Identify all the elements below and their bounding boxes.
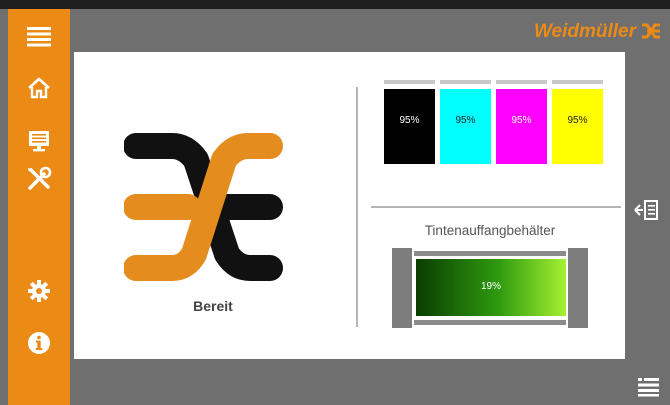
main-panel: Bereit 95% 95% 95% 95% Tintenauffangbehä… (74, 52, 625, 359)
vertical-divider (356, 87, 358, 327)
top-bar: Weidmüller (70, 9, 670, 52)
collapse-panel-icon (634, 200, 658, 220)
sidebar (8, 9, 70, 405)
monitor-list-icon (29, 131, 49, 152)
sidebar-item-settings[interactable] (8, 271, 70, 311)
window-top-border (0, 0, 670, 9)
sidebar-item-menu[interactable] (8, 17, 70, 57)
sidebar-item-tools[interactable] (8, 159, 70, 199)
waste-container-title: Tintenauffangbehälter (424, 223, 556, 238)
weidmuller-logo-icon (640, 22, 662, 45)
waste-ink-container[interactable]: 19% (392, 246, 590, 329)
ink-cartridge-magenta[interactable]: 95% (496, 80, 547, 164)
options-list-icon (638, 378, 659, 397)
ink-level-label: 95% (399, 115, 420, 126)
printer-status-label: Bereit (193, 298, 233, 314)
sidebar-item-home[interactable] (8, 68, 70, 108)
ink-level-fill (440, 88, 491, 164)
ink-level-label: 95% (567, 115, 588, 126)
home-icon (28, 77, 50, 99)
menu-icon (27, 27, 51, 47)
gear-icon (28, 280, 50, 302)
printer-status-logo (124, 133, 283, 281)
sidebar-item-info[interactable] (8, 323, 70, 363)
waste-tank: 19% (416, 259, 566, 316)
ink-cartridge-cyan[interactable]: 95% (440, 80, 491, 164)
options-list-button[interactable] (638, 377, 660, 402)
sidebar-item-monitor[interactable] (8, 121, 70, 161)
waste-level-label: 19% (480, 281, 501, 292)
ink-level-label: 95% (455, 115, 476, 126)
ink-level-fill (496, 88, 547, 164)
tools-icon (28, 166, 52, 190)
collapse-panel-button[interactable] (634, 199, 658, 226)
horizontal-divider (371, 206, 621, 208)
ink-level-label: 95% (511, 115, 532, 126)
ink-level-fill (552, 88, 603, 164)
ink-level-fill (384, 88, 435, 164)
ink-cartridge-yellow[interactable]: 95% (552, 80, 603, 164)
ink-cartridge-black[interactable]: 95% (384, 80, 435, 164)
info-icon (28, 332, 50, 354)
brand-logo-text: Weidmüller (533, 21, 636, 42)
